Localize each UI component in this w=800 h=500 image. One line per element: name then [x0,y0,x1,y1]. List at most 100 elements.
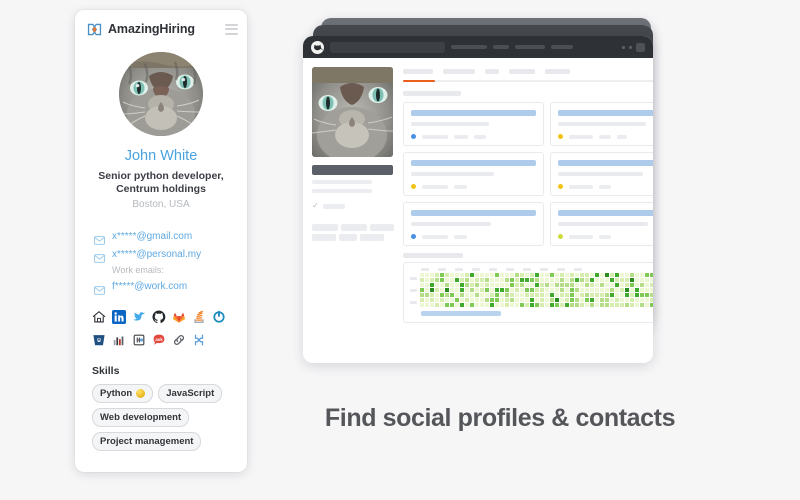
heatmap-cell[interactable] [565,303,569,307]
heatmap-cell[interactable] [450,288,454,292]
heatmap-cell[interactable] [640,283,644,287]
heatmap-cell[interactable] [590,283,594,287]
heatmap-cell[interactable] [560,278,564,282]
tab-placeholder[interactable] [485,68,499,74]
heatmap-cell[interactable] [645,293,649,297]
heatmap-cell[interactable] [545,298,549,302]
heatmap-cell[interactable] [420,293,424,297]
heatmap-cell[interactable] [465,288,469,292]
tab-placeholder[interactable] [403,68,433,74]
heatmap-cell[interactable] [445,303,449,307]
heatmap-cell[interactable] [425,303,429,307]
heatmap-cell[interactable] [645,298,649,302]
heatmap-cell[interactable] [595,273,599,277]
heatmap-cell[interactable] [640,288,644,292]
heatmap-cell[interactable] [625,288,629,292]
heatmap-cell[interactable] [430,288,434,292]
heatmap-cell[interactable] [420,278,424,282]
heatmap-cell[interactable] [640,303,644,307]
heatmap-cell[interactable] [435,293,439,297]
window-controls-icon[interactable] [622,42,645,52]
heatmap-cell[interactable] [650,303,653,307]
heatmap-cell[interactable] [480,273,484,277]
heatmap-cell[interactable] [560,288,564,292]
heatmap-cell[interactable] [635,293,639,297]
heatmap-cell[interactable] [600,298,604,302]
heatmap-cell[interactable] [460,303,464,307]
heatmap-cell[interactable] [520,283,524,287]
heatmap-cell[interactable] [600,273,604,277]
heatmap-cell[interactable] [545,283,549,287]
heatmap-cell[interactable] [610,288,614,292]
heatmap-cell[interactable] [615,283,619,287]
heatmap-cell[interactable] [455,278,459,282]
heatmap-cell[interactable] [515,278,519,282]
heatmap-cell[interactable] [645,288,649,292]
heatmap-cell[interactable] [535,273,539,277]
heatmap-cell[interactable] [525,273,529,277]
result-card[interactable] [550,202,653,246]
heatmap-cell[interactable] [630,278,634,282]
heatmap-cell[interactable] [640,293,644,297]
heatmap-cell[interactable] [455,293,459,297]
gitlab-icon[interactable] [172,310,186,324]
heatmap-cell[interactable] [530,298,534,302]
home-icon[interactable] [92,310,106,324]
heatmap-cell[interactable] [625,298,629,302]
heatmap-cell[interactable] [475,273,479,277]
github-icon[interactable] [152,310,166,324]
heatmap-cell[interactable] [520,278,524,282]
gravatar-icon[interactable] [212,310,226,324]
heatmap-cell[interactable] [445,273,449,277]
heatmap-cell[interactable] [470,278,474,282]
heatmap-cell[interactable] [470,298,474,302]
heatmap-cell[interactable] [615,298,619,302]
heatmap-cell[interactable] [585,273,589,277]
heatmap-cell[interactable] [450,278,454,282]
bitbucket-icon[interactable] [92,333,106,347]
address-bar[interactable] [330,41,445,53]
heatmap-cell[interactable] [490,298,494,302]
heatmap-cell[interactable] [440,293,444,297]
heatmap-cell[interactable] [650,278,653,282]
heatmap-cell[interactable] [625,283,629,287]
heatmap-cell[interactable] [490,303,494,307]
tab-placeholder[interactable] [509,68,535,74]
heatmap-cell[interactable] [610,298,614,302]
heatmap-cell[interactable] [425,288,429,292]
heatmap-cell[interactable] [525,293,529,297]
skill-chip-javascript[interactable]: JavaScript [158,384,223,403]
email-address[interactable]: f*****@work.com [112,281,187,292]
heatmap-cell[interactable] [590,293,594,297]
heatmap-cell[interactable] [510,303,514,307]
heatmap-cell[interactable] [425,283,429,287]
hamburger-menu-icon[interactable] [225,23,238,35]
heatmap-cell[interactable] [490,283,494,287]
heatmap-cell[interactable] [600,283,604,287]
heatmap-cell[interactable] [505,278,509,282]
heatmap-cell[interactable] [450,293,454,297]
heatmap-cell[interactable] [590,273,594,277]
heatmap-cell[interactable] [430,303,434,307]
heatmap-cell[interactable] [540,278,544,282]
heatmap-cell[interactable] [545,273,549,277]
heatmap-cell[interactable] [560,283,564,287]
heatmap-cell[interactable] [455,303,459,307]
heatmap-cell[interactable] [630,273,634,277]
heatmap-cell[interactable] [575,303,579,307]
heatmap-cell[interactable] [480,278,484,282]
heatmap-cell[interactable] [465,298,469,302]
heatmap-cell[interactable] [535,278,539,282]
heatmap-cell[interactable] [595,283,599,287]
heatmap-cell[interactable] [520,273,524,277]
heatmap-cell[interactable] [550,298,554,302]
heatmap-cell[interactable] [595,293,599,297]
email-row[interactable]: f*****@work.com [94,278,247,295]
heatmap-cell[interactable] [475,283,479,287]
heatmap-cell[interactable] [640,278,644,282]
heatmap-cell[interactable] [615,273,619,277]
heatmap-cell[interactable] [440,273,444,277]
heatmap-cell[interactable] [570,273,574,277]
heatmap-cell[interactable] [580,273,584,277]
heatmap-cell[interactable] [520,298,524,302]
